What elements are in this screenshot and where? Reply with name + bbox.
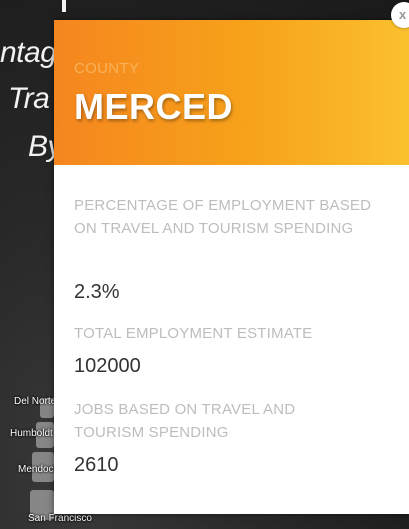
county-name: MERCED bbox=[74, 86, 234, 127]
county-label: COUNTY bbox=[74, 60, 140, 77]
map-county-label: Del Norte bbox=[14, 396, 57, 407]
travel-employment-percent-label: PERCENTAGE OF EMPLOYMENT BASED ON TRAVEL… bbox=[74, 197, 372, 237]
tourism-jobs-value: 2610 bbox=[74, 454, 119, 476]
total-employment-value: 102000 bbox=[74, 355, 141, 377]
close-icon: x bbox=[399, 7, 407, 22]
total-employment-label: TOTAL EMPLOYMENT ESTIMATE bbox=[74, 325, 313, 342]
tourism-jobs-label: JOBS BASED ON TRAVEL AND TOURISM SPENDIN… bbox=[74, 401, 296, 441]
top-indicator bbox=[62, 0, 66, 12]
county-info-popup: COUNTY MERCED PERCENTAGE OF EMPLOYMENT B… bbox=[54, 20, 409, 514]
popup-header: COUNTY MERCED bbox=[54, 20, 409, 165]
map-title-fragment: ntag bbox=[0, 36, 57, 69]
map-background[interactable]: ntag Tra By i Del Norte Humboldt Mendoci… bbox=[0, 0, 409, 529]
map-county-label: Humboldt bbox=[10, 428, 53, 439]
map-title-fragment: Tra bbox=[8, 82, 50, 115]
map-county-label: San Francisco bbox=[28, 513, 92, 524]
travel-employment-percent-value: 2.3% bbox=[74, 281, 120, 303]
